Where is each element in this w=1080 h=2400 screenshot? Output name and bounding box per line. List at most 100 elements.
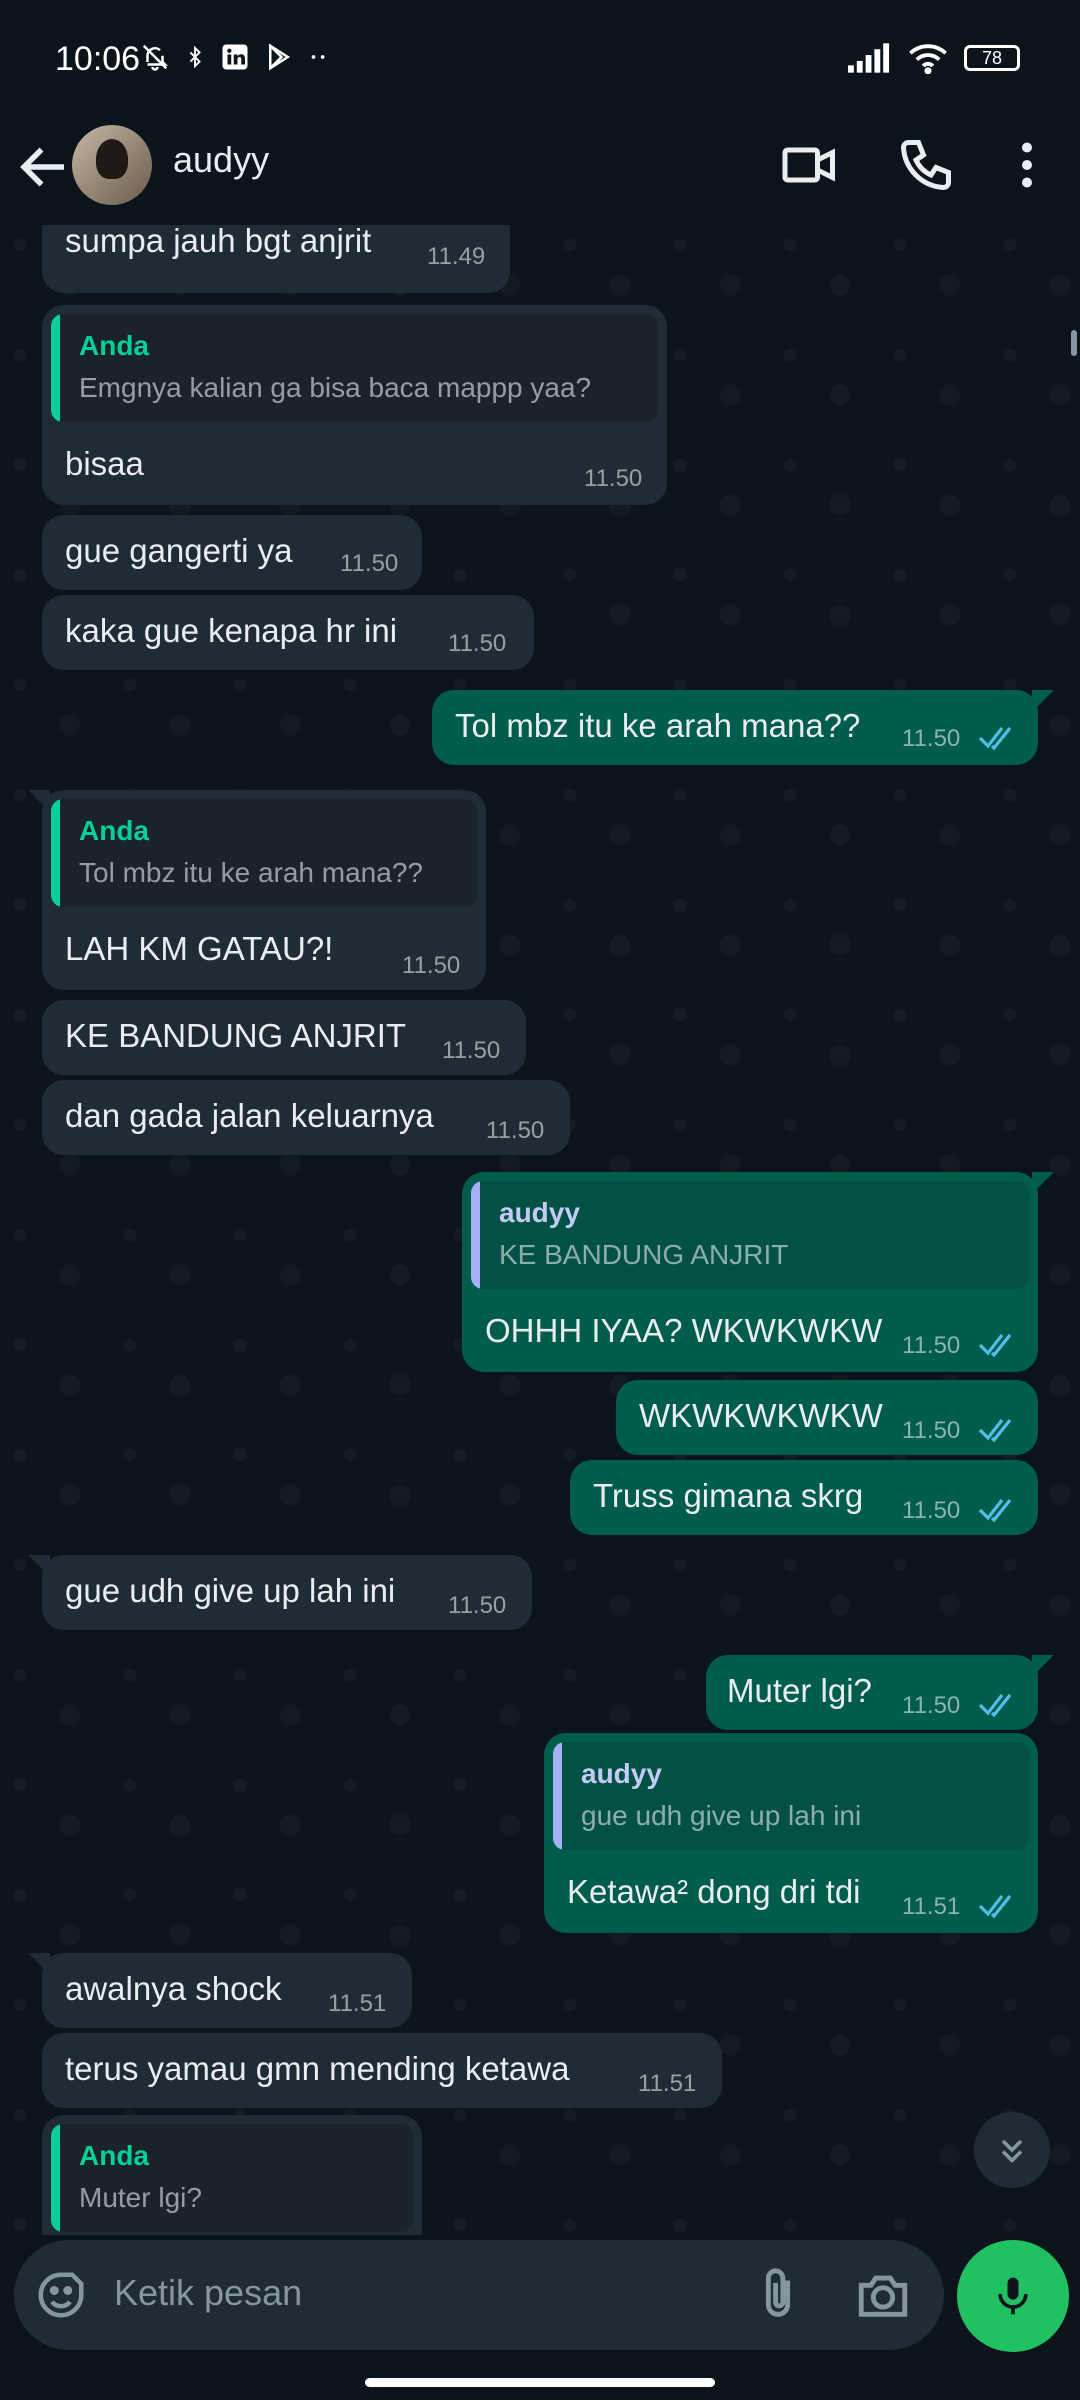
quoted-message[interactable]: audyy KE BANDUNG ANJRIT	[471, 1181, 1029, 1289]
message-input[interactable]: Ketik pesan	[114, 2272, 302, 2314]
scrollbar[interactable]	[1071, 330, 1077, 356]
message-time: 11.51	[638, 2070, 697, 2097]
message-time: 11.50	[902, 1692, 961, 1719]
quoted-message[interactable]: Anda Muter lgi?	[51, 2124, 413, 2232]
bubble-tail	[1032, 1172, 1054, 1194]
message-time: 11.50	[902, 1332, 961, 1359]
message-incoming[interactable]: gue udh give up lah ini 11.50	[28, 1555, 532, 1630]
message-text: gue gangerti ya	[65, 532, 293, 569]
bubble-tail	[1032, 1655, 1054, 1677]
play-store-icon	[269, 43, 291, 71]
message-time: 11.50	[442, 1037, 501, 1064]
message-text: KE BANDUNG ANJRIT	[65, 1017, 407, 1054]
quoted-message[interactable]: Anda Tol mbz itu ke arah mana??	[51, 799, 477, 907]
signal-icon	[848, 43, 890, 73]
message-time: 11.50	[486, 1117, 545, 1144]
emoji-sticker-icon[interactable]	[34, 2268, 88, 2322]
message-incoming-reply[interactable]: Anda Tol mbz itu ke arah mana?? LAH KM G…	[28, 790, 486, 990]
message-text: LAH KM GATAU?!	[65, 930, 334, 967]
navigation-bar	[0, 2360, 1080, 2400]
message-list[interactable]: sumpa jauh bgt anjrit 11.49 Anda Emgnya …	[0, 225, 1080, 2235]
attachment-icon[interactable]	[749, 2266, 807, 2324]
message-text: terus yamau gmn mending ketawa	[65, 2050, 570, 2087]
message-time: 11.51	[902, 1893, 961, 1920]
quote-bar	[51, 2124, 60, 2232]
message-incoming-reply[interactable]: Anda Emgnya kalian ga bisa baca mappp ya…	[42, 305, 667, 505]
bubble-tail	[28, 1953, 50, 1975]
bell-off-icon	[142, 44, 169, 71]
message-incoming[interactable]: kaka gue kenapa hr ini 11.50	[42, 595, 534, 670]
quote-text: Muter lgi?	[79, 2182, 202, 2213]
status-time: 10:06	[55, 40, 141, 78]
message-incoming[interactable]: sumpa jauh bgt anjrit 11.49	[42, 225, 510, 293]
more-notifications-icon	[311, 55, 325, 59]
linkedin-icon	[222, 44, 248, 70]
read-ticks-icon	[978, 1499, 1012, 1522]
quote-text: Emgnya kalian ga bisa baca mappp yaa?	[79, 372, 592, 403]
message-time: 11.50	[902, 725, 961, 752]
message-incoming[interactable]: awalnya shock 11.51	[28, 1953, 412, 2028]
more-options-icon[interactable]	[997, 135, 1057, 195]
message-text: gue udh give up lah ini	[65, 1572, 396, 1609]
message-time: 11.50	[448, 630, 507, 657]
message-outgoing-reply[interactable]: audyy gue udh give up lah ini Ketawa² do…	[544, 1733, 1038, 1933]
chat-header: audyy	[0, 115, 1080, 225]
quote-sender: Anda	[79, 815, 149, 846]
bubble-tail	[28, 790, 50, 812]
message-outgoing[interactable]: WKWKWKWKW 11.50	[616, 1380, 1038, 1455]
quote-text: gue udh give up lah ini	[581, 1800, 862, 1831]
message-outgoing[interactable]: Tol mbz itu ke arah mana?? 11.50	[432, 690, 1054, 765]
message-text: dan gada jalan keluarnya	[65, 1097, 434, 1134]
read-ticks-icon	[978, 1419, 1012, 1442]
contact-avatar[interactable]	[72, 125, 152, 205]
quote-text: KE BANDUNG ANJRIT	[499, 1239, 789, 1270]
voice-call-icon[interactable]	[896, 135, 956, 195]
read-ticks-icon	[978, 1694, 1012, 1717]
quoted-message[interactable]: audyy gue udh give up lah ini	[553, 1742, 1029, 1850]
home-indicator[interactable]	[365, 2378, 715, 2387]
message-outgoing[interactable]: Truss gimana skrg 11.50	[570, 1460, 1038, 1535]
message-text: awalnya shock	[65, 1970, 282, 2007]
message-incoming[interactable]: dan gada jalan keluarnya 11.50	[42, 1080, 570, 1155]
message-time: 11.50	[340, 550, 399, 577]
video-call-icon[interactable]	[780, 135, 840, 195]
message-outgoing-reply[interactable]: audyy KE BANDUNG ANJRIT OHHH IYAA? WKWKW…	[462, 1172, 1054, 1372]
back-arrow-icon[interactable]	[14, 137, 74, 197]
camera-icon[interactable]	[854, 2266, 912, 2324]
message-time: 11.49	[427, 243, 486, 270]
status-bar: 10:06 78	[0, 0, 1080, 115]
quote-sender: Anda	[79, 330, 149, 361]
status-system-icons: 78	[848, 42, 1020, 74]
message-text: Tol mbz itu ke arah mana??	[455, 707, 861, 744]
message-incoming[interactable]: KE BANDUNG ANJRIT 11.50	[42, 1000, 526, 1075]
message-time: 11.51	[328, 1990, 387, 2017]
message-text: sumpa jauh bgt anjrit	[65, 225, 372, 259]
read-ticks-icon	[978, 727, 1012, 750]
message-composer[interactable]: Ketik pesan	[14, 2240, 944, 2350]
message-incoming[interactable]: terus yamau gmn mending ketawa 11.51	[42, 2033, 722, 2108]
message-incoming[interactable]: gue gangerti ya 11.50	[42, 515, 422, 590]
scroll-to-bottom-button[interactable]	[974, 2112, 1050, 2188]
quote-bar	[51, 314, 60, 422]
read-ticks-icon	[978, 1895, 1012, 1918]
message-time: 11.50	[402, 952, 461, 979]
quoted-message[interactable]: Anda Emgnya kalian ga bisa baca mappp ya…	[51, 314, 658, 422]
message-incoming-reply[interactable]: Anda Muter lgi?	[42, 2115, 422, 2235]
battery-indicator: 78	[964, 45, 1020, 71]
quote-text: Tol mbz itu ke arah mana??	[79, 857, 423, 888]
quote-bar	[471, 1181, 480, 1289]
quote-bar	[553, 1742, 562, 1850]
quote-sender: audyy	[581, 1758, 662, 1789]
message-time: 11.50	[584, 465, 643, 492]
bubble-tail	[28, 1555, 50, 1577]
message-text: Truss gimana skrg	[593, 1477, 864, 1514]
message-text: OHHH IYAA? WKWKWKW	[485, 1312, 883, 1349]
quote-sender: Anda	[79, 2140, 149, 2171]
contact-name[interactable]: audyy	[173, 139, 269, 181]
message-text: Ketawa² dong dri tdi	[567, 1873, 861, 1910]
microphone-icon	[998, 2277, 1028, 2315]
bubble-tail	[1032, 690, 1054, 712]
voice-message-button[interactable]	[957, 2240, 1069, 2352]
message-outgoing[interactable]: Muter lgi? 11.50	[706, 1655, 1054, 1730]
message-text: bisaa	[65, 445, 144, 482]
